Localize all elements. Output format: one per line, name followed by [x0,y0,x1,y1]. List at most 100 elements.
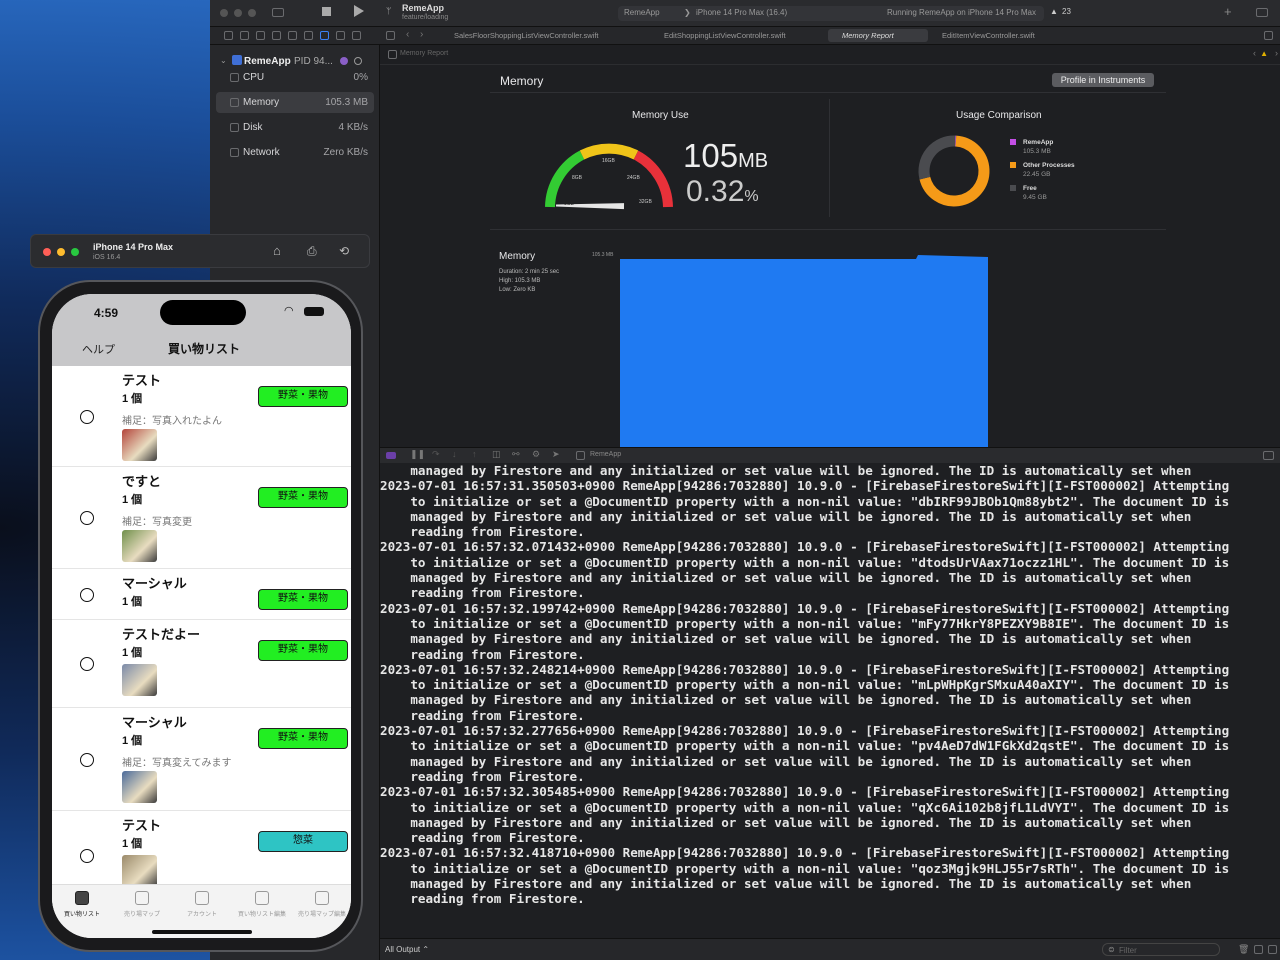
branch-icon: ᛘ [386,6,392,16]
navigator-symbol-icon[interactable] [256,31,265,40]
category-badge: 野菜・果物 [258,728,348,749]
forward-icon[interactable]: › [420,29,423,40]
item-photo[interactable] [122,664,157,696]
memory-value-unit: MB [738,150,769,172]
screenshot-icon[interactable]: ⎙ [307,244,317,259]
item-photo[interactable] [122,771,157,803]
shopping-list[interactable]: テスト 1 個 野菜・果物 補足：写真入れたよん ですと 1 個 野菜・果物 補足：… [52,366,351,901]
sidebar-toggle-icon[interactable] [272,8,284,17]
process-menu-icon[interactable] [354,57,362,65]
item-name: テスト [122,818,162,833]
list-item[interactable]: マーシャル 1 個 野菜・果物 [52,569,351,620]
tab-item[interactable]: 売り場マップ編集 [292,891,351,918]
device-label[interactable]: iPhone 14 Pro Max (16.4) [696,8,787,17]
navigator-issue-icon[interactable] [288,31,297,40]
issue-warning-icon[interactable]: ▲ [1260,49,1268,58]
inspector-toggle-icon[interactable] [1256,8,1268,17]
window-toolbar: ᛘ RemeApp feature/loading RemeApp ❯ iPho… [210,0,1280,27]
trash-icon[interactable]: 🗑 [1238,944,1249,955]
check-radio[interactable] [80,752,94,767]
location-icon[interactable]: ➤ [552,449,560,460]
filter-field[interactable]: ⊜ Filter [1102,943,1220,956]
max-dot[interactable] [71,248,79,256]
view-debugger-icon[interactable]: ◫ [492,449,501,460]
tab-edit-shopping-list[interactable]: EditShoppingListViewController.swift [664,31,786,40]
navigator-find-icon[interactable] [272,31,281,40]
tab-label: アカウント [186,912,217,918]
navigator-source-icon[interactable] [240,31,249,40]
pause-icon[interactable]: ❚❚ [410,449,425,460]
step-out-icon[interactable]: ↑ [472,449,477,459]
legend-swatch [1010,162,1016,168]
tab-memory-report[interactable]: Memory Report [828,29,928,42]
item-photo[interactable] [122,855,157,887]
split-editor-icon[interactable] [1264,31,1273,40]
list-item[interactable]: ですと 1 個 野菜・果物 補足：写真変更 [52,467,351,569]
item-quantity: 1 個 [122,838,143,850]
jump-forward-icon[interactable]: › [1275,48,1278,58]
close-dot[interactable] [220,9,228,17]
split-console-icon[interactable] [1254,945,1263,954]
warning-icon[interactable]: ▲ [1050,7,1058,16]
gauge-cpu[interactable]: CPU 0% [216,67,374,88]
profile-in-instruments-button[interactable]: Profile in Instruments [1052,73,1154,87]
add-icon[interactable]: + [1224,4,1232,19]
jump-back-icon[interactable]: ‹ [1253,48,1256,58]
check-radio[interactable] [80,587,94,602]
step-over-icon[interactable]: ↷ [432,449,440,460]
check-radio[interactable] [80,409,94,424]
tab-item[interactable]: アカウント [172,891,232,918]
tab-item[interactable]: 売り場マップ [112,891,172,918]
min-dot[interactable] [57,248,65,256]
tab-sales-floor[interactable]: SalesFloorShoppingListViewController.swi… [454,31,599,40]
home-icon[interactable]: ⌂ [273,243,281,258]
check-radio[interactable] [80,511,94,525]
item-photo[interactable] [122,429,157,461]
split-console-right-icon[interactable] [1268,945,1277,954]
jump-bar-label[interactable]: Memory Report [400,50,448,57]
tab-edit-item[interactable]: EditItemViewController.swift [942,31,1035,40]
back-icon[interactable]: ‹ [406,29,409,40]
navigator-folder-icon[interactable] [224,31,233,40]
run-icon[interactable] [354,5,364,17]
navigator-debug-icon[interactable] [320,31,329,40]
gauge-value: 105.3 MB [325,97,368,108]
max-dot[interactable] [248,9,256,17]
gauge-memory[interactable]: Memory 105.3 MB [216,92,374,113]
environment-icon[interactable]: ⚙ [532,449,540,460]
close-dot[interactable] [43,248,51,256]
min-dot[interactable] [234,9,242,17]
navigator-test-icon[interactable] [304,31,313,40]
scheme-label[interactable]: RemeApp [624,8,660,17]
navigator-report-icon[interactable] [352,31,361,40]
tab-item[interactable]: 買い物リスト編集 [232,891,292,918]
item-photo[interactable] [122,530,157,562]
console-layout-icon[interactable] [1263,451,1274,460]
tab-label: 売り場マップ編集 [297,912,346,918]
activity-view[interactable]: RemeApp ❯ iPhone 14 Pro Max (16.4) Runni… [618,6,1044,21]
output-filter-menu[interactable]: All Output ⌃ [385,945,429,954]
check-radio[interactable] [80,657,94,671]
check-radio[interactable] [80,849,94,863]
rotate-icon[interactable]: ⟲ [339,244,349,258]
stop-icon[interactable] [322,7,331,16]
list-item[interactable]: マーシャル 1 個 野菜・果物 補足：写真変えてみます [52,708,351,811]
tab-icon [255,891,269,905]
gauge-disk[interactable]: Disk 4 KB/s [216,117,374,138]
console-output[interactable]: managed by Firestore and any initialized… [380,463,1280,938]
disclosure-icon[interactable]: ⌄ [220,56,227,65]
list-item[interactable]: テストだよー 1 個 野菜・果物 [52,620,351,708]
memory-graph-icon[interactable]: ⚯ [512,449,520,460]
help-button[interactable]: ヘルプ [82,341,115,357]
legend-value: 9.45 GB [1023,194,1047,201]
gauge-network[interactable]: Network Zero KB/s [216,142,374,163]
list-item[interactable]: テスト 1 個 野菜・果物 補足：写真入れたよん [52,366,351,467]
step-in-icon[interactable]: ↓ [452,449,457,459]
console-target: RemeApp [590,451,622,458]
tab-item[interactable]: 買い物リスト [52,891,112,918]
legend-entry: Free 9.45 GB [1010,184,1150,207]
navigator-breakpoint-icon[interactable] [336,31,345,40]
breakpoints-icon[interactable] [386,452,396,459]
grid-icon[interactable] [386,31,395,40]
gauge-value: Zero KB/s [323,147,368,158]
